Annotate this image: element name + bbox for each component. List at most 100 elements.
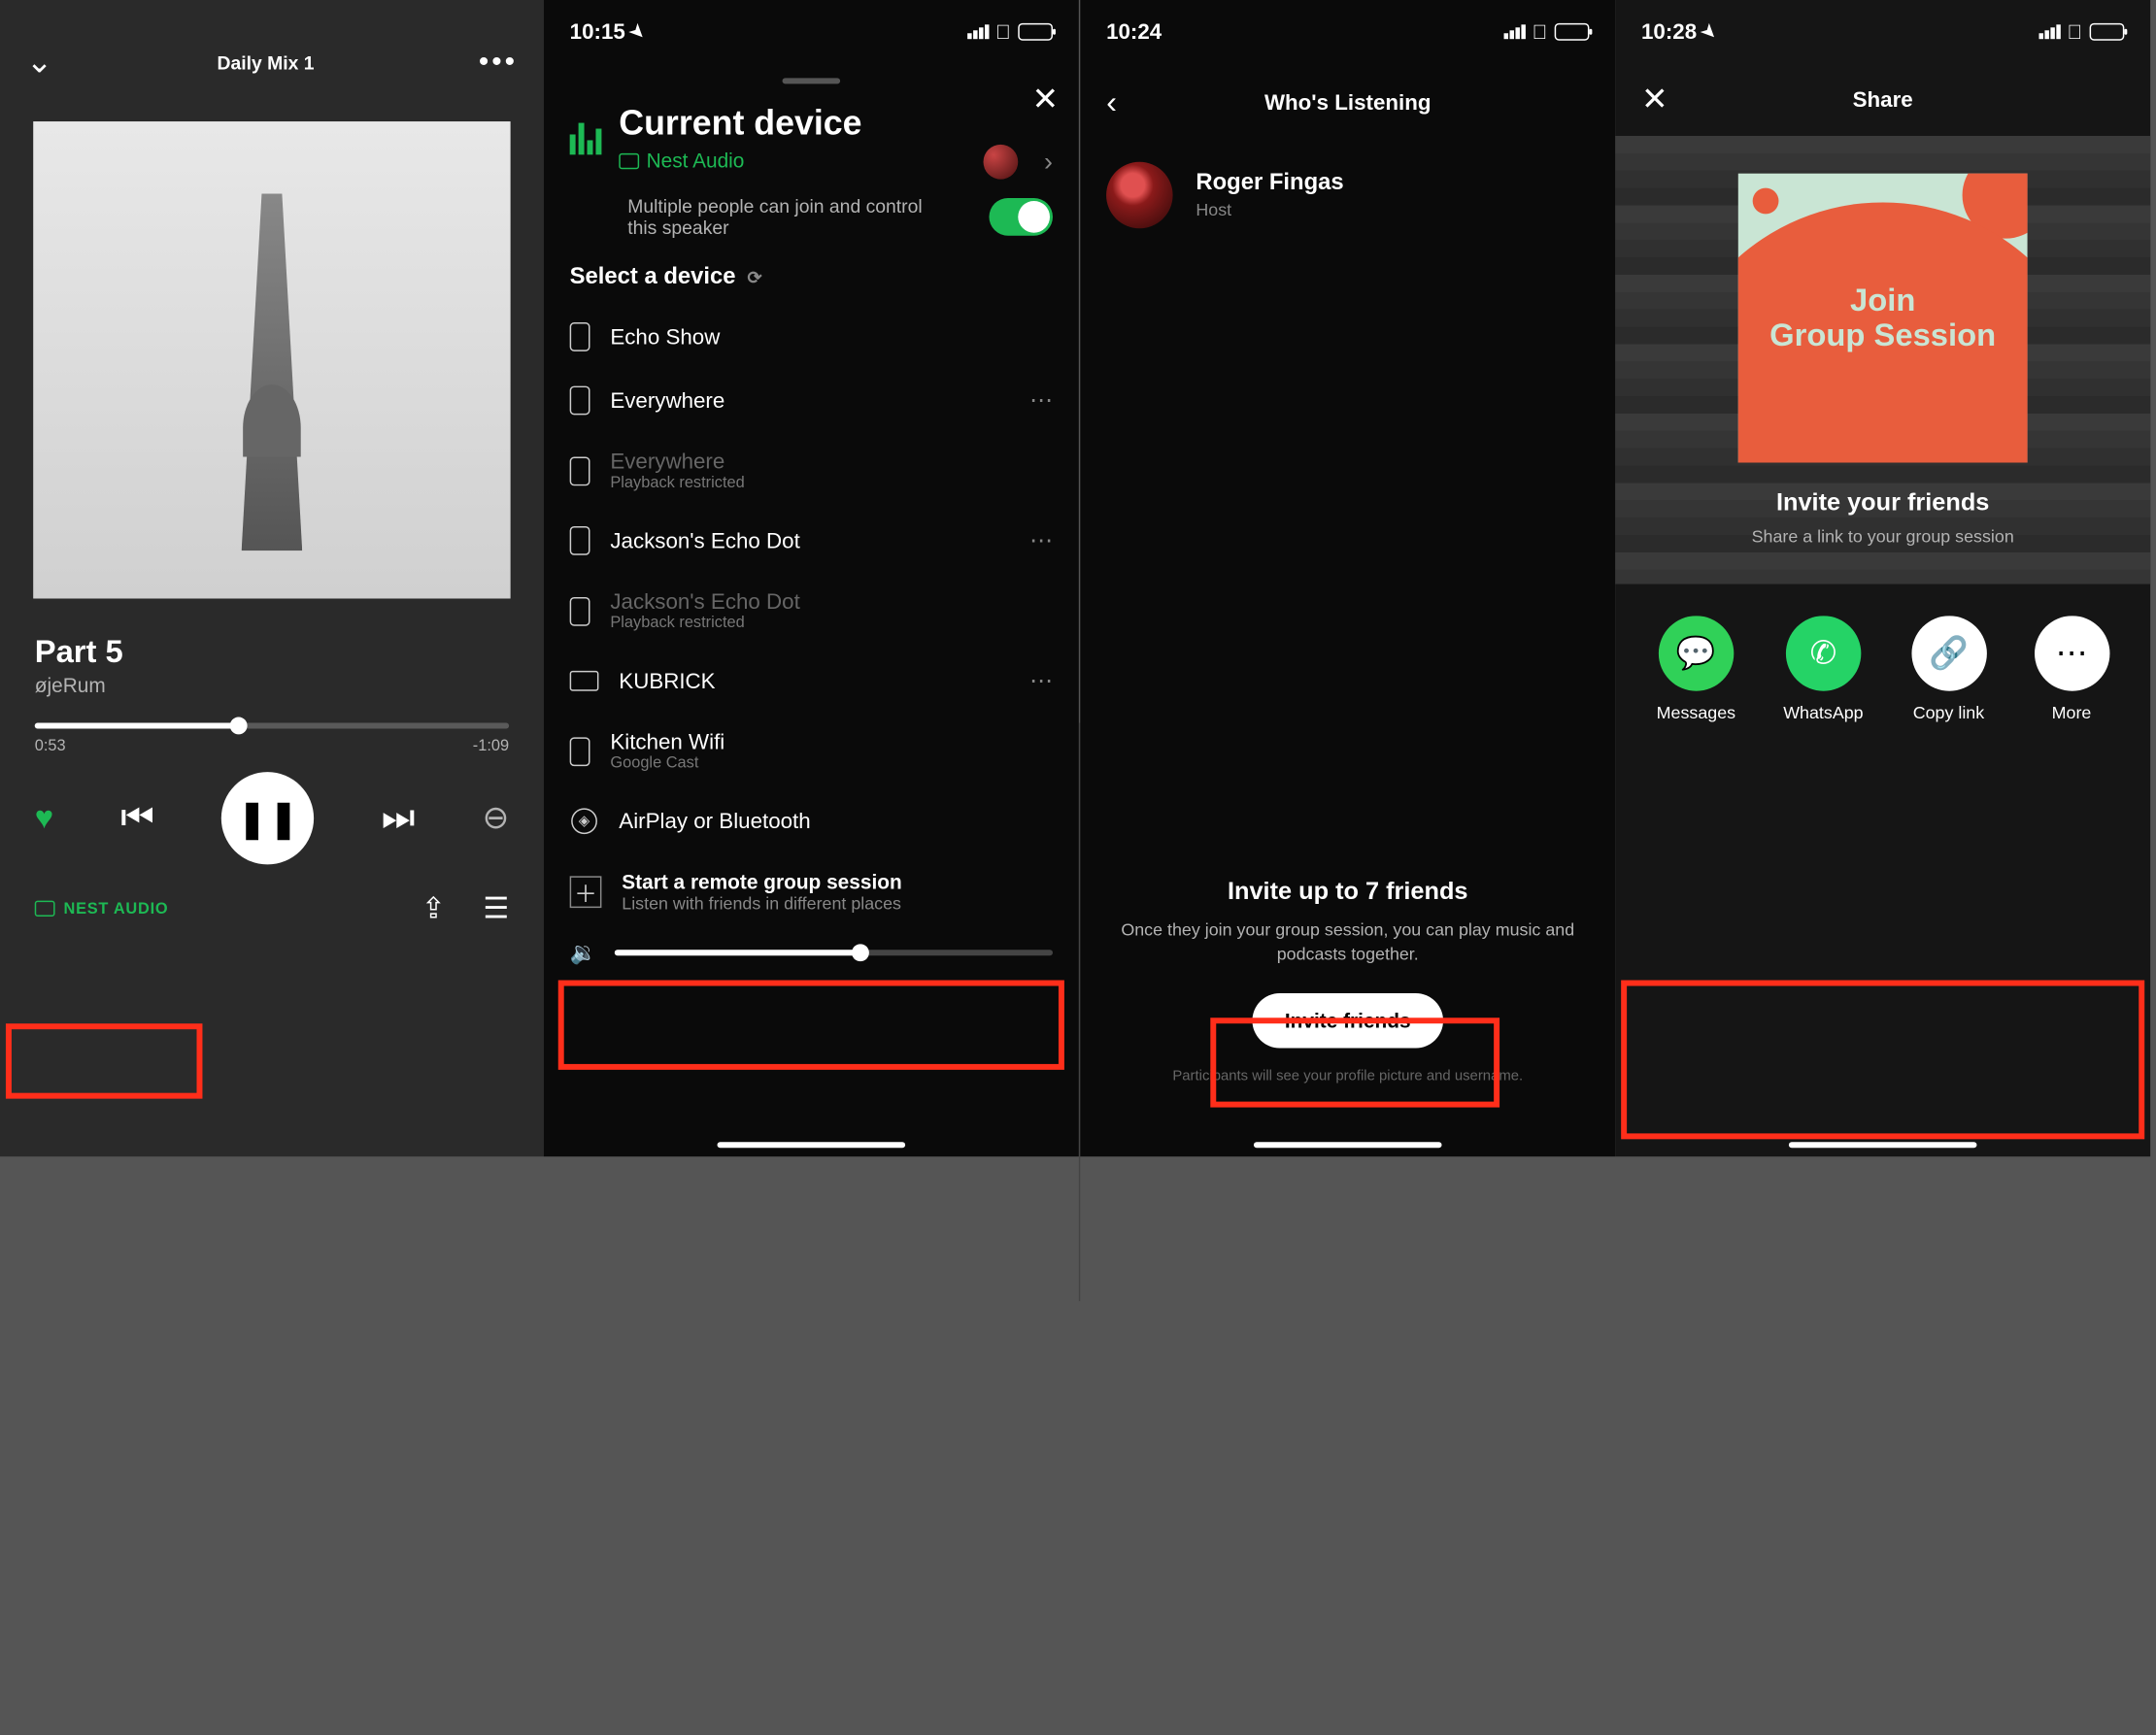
status-bar: 10:15➤ 􀙇 (544, 0, 1079, 64)
equalizer-icon (570, 122, 602, 154)
previous-icon[interactable]: ⏮ (120, 795, 154, 842)
screen-header: ‹ Who's Listening (1080, 64, 1615, 142)
share-options-row: 💬Messages ✆ WhatsApp 🔗 Copy link ⋯ More (1615, 584, 2150, 723)
wifi-icon: 􀙇 (1533, 20, 1548, 44)
signal-icon (2038, 24, 2060, 39)
screen-title: Share (1641, 87, 2124, 112)
now-playing-screen: ⌄ Daily Mix 1 ••• Part 5 øjeRum 0:53 -1:… (0, 0, 544, 1156)
speaker-icon (570, 322, 590, 351)
whos-listening-screen: 10:24 􀙇 ‹ Who's Listening Roger Fingas H… (1080, 0, 1615, 1156)
cast-icon (35, 901, 55, 917)
cast-device-chip[interactable]: NEST AUDIO (35, 900, 169, 918)
device-name: KUBRICK (619, 669, 1009, 693)
listener-row[interactable]: Roger Fingas Host (1080, 142, 1615, 249)
multi-control-row: Multiple people can join and control thi… (544, 181, 1079, 250)
device-item[interactable]: KUBRICK ⋯ (544, 650, 1079, 714)
current-device-name[interactable]: Nest Audio (619, 149, 861, 172)
invite-footer: Participants will see your profile pictu… (1106, 1068, 1589, 1084)
share-option-more[interactable]: ⋯ More (2034, 616, 2108, 722)
start-group-session[interactable]: ＋ Start a remote group session Listen wi… (544, 853, 1079, 928)
share-option-label: More (2034, 703, 2108, 723)
group-session-title: Start a remote group session (622, 870, 901, 893)
status-bar: 10:24 􀙇 (1080, 0, 1615, 64)
share-option-label: Copy link (1911, 703, 1986, 723)
multi-control-toggle[interactable] (989, 198, 1053, 236)
chevron-right-icon[interactable]: › (1044, 148, 1053, 178)
highlight-box (1621, 981, 2144, 1140)
status-time: 10:15 (570, 19, 625, 44)
time-remaining: -1:09 (473, 737, 509, 754)
pause-button[interactable]: ❚❚ (221, 772, 314, 864)
volume-row: 🔉 (544, 928, 1079, 981)
bottom-bar: NEST AUDIO ⇪ ☰ (0, 864, 544, 926)
multi-control-label: Multiple people can join and control thi… (627, 195, 946, 239)
album-artwork (33, 121, 510, 598)
speaker-icon (570, 456, 590, 485)
close-icon[interactable]: ✕ (1031, 81, 1058, 118)
share-option-messages[interactable]: 💬Messages (1657, 616, 1735, 722)
share-option-icon: 🔗 (1911, 616, 1986, 690)
more-icon[interactable]: ••• (479, 46, 518, 79)
device-item[interactable]: Kitchen WifiGoogle Cast (544, 713, 1079, 789)
speaker-icon (570, 526, 590, 555)
time-elapsed: 0:53 (35, 737, 66, 754)
invite-friends-button[interactable]: Invite friends (1253, 993, 1442, 1049)
speaker-icon (570, 596, 590, 625)
share-icon[interactable]: ⇪ (421, 890, 446, 926)
laptop-icon (570, 671, 599, 691)
like-icon[interactable]: ♥ (35, 799, 53, 837)
share-option-icon: ⋯ (2034, 616, 2108, 690)
device-name: Echo Show (610, 324, 1053, 349)
invite-section: Invite up to 7 friends Once they join yo… (1080, 878, 1615, 1084)
device-sub: Google Cast (610, 754, 1053, 772)
device-item[interactable]: Jackson's Echo Dot ⋯ (544, 509, 1079, 573)
battery-icon (1018, 23, 1053, 41)
device-item[interactable]: ◈ AirPlay or Bluetooth (544, 789, 1079, 853)
device-item[interactable]: Everywhere ⋯ (544, 369, 1079, 433)
share-card-text: Join Group Session (1738, 284, 2028, 353)
now-playing-header: ⌄ Daily Mix 1 ••• (0, 26, 544, 92)
share-option-label: WhatsApp (1783, 703, 1863, 723)
device-name: Jackson's Echo Dot (610, 590, 1053, 615)
home-indicator (718, 1142, 906, 1148)
share-screen: 10:28➤ 􀙇 ✕ Share Join Group Session Invi… (1615, 0, 2150, 1156)
volume-slider[interactable] (614, 950, 1053, 955)
device-name: Kitchen Wifi (610, 730, 1053, 754)
host-avatar[interactable] (984, 145, 1019, 180)
progress-bar[interactable]: 0:53 -1:09 (35, 723, 509, 755)
share-option-icon: 💬 (1659, 616, 1734, 690)
device-name: Everywhere (610, 388, 1009, 413)
listener-role: Host (1196, 199, 1343, 219)
device-picker-screen: 10:15➤ 􀙇 ✕ Current device Nest Audio › M… (544, 0, 1079, 1156)
device-name: Jackson's Echo Dot (610, 528, 1009, 552)
device-more-icon[interactable]: ⋯ (1029, 386, 1053, 416)
wifi-icon: 􀙇 (995, 20, 1011, 44)
share-option-icon: ✆ (1786, 616, 1861, 690)
device-name: AirPlay or Bluetooth (619, 809, 1053, 833)
device-list: Echo Show Everywhere ⋯ EverywherePlayback r… (544, 305, 1079, 852)
block-icon[interactable]: ⊖ (483, 799, 509, 837)
wifi-icon: 􀙇 (2068, 20, 2083, 44)
track-info: Part 5 øjeRum (0, 598, 544, 696)
spotify-logo-icon (1753, 188, 1779, 215)
share-option-whatsapp[interactable]: ✆ WhatsApp (1783, 616, 1863, 722)
collapse-icon[interactable]: ⌄ (26, 44, 52, 82)
invite-body: Once they join your group session, you c… (1106, 918, 1589, 967)
highlight-box (558, 981, 1064, 1070)
group-session-sub: Listen with friends in different places (622, 893, 901, 914)
next-icon[interactable]: ⏭ (382, 795, 416, 842)
cast-device-label: NEST AUDIO (64, 900, 169, 918)
device-item: EverywherePlayback restricted (544, 432, 1079, 509)
listener-name: Roger Fingas (1196, 171, 1343, 197)
device-item[interactable]: Echo Show (544, 305, 1079, 369)
device-more-icon[interactable]: ⋯ (1029, 526, 1053, 555)
device-name: Everywhere (610, 450, 1053, 474)
screen-header: ✕ Share (1615, 64, 2150, 136)
speaker-icon (570, 737, 590, 766)
playback-controls: ♥ ⏮ ❚❚ ⏭ ⊖ (0, 754, 544, 864)
device-more-icon[interactable]: ⋯ (1029, 666, 1053, 695)
queue-icon[interactable]: ☰ (483, 890, 509, 926)
airplay-icon: ◈ (570, 807, 599, 836)
share-heading: Invite your friends (1615, 488, 2150, 517)
share-option-copy-link[interactable]: 🔗 Copy link (1911, 616, 1986, 722)
